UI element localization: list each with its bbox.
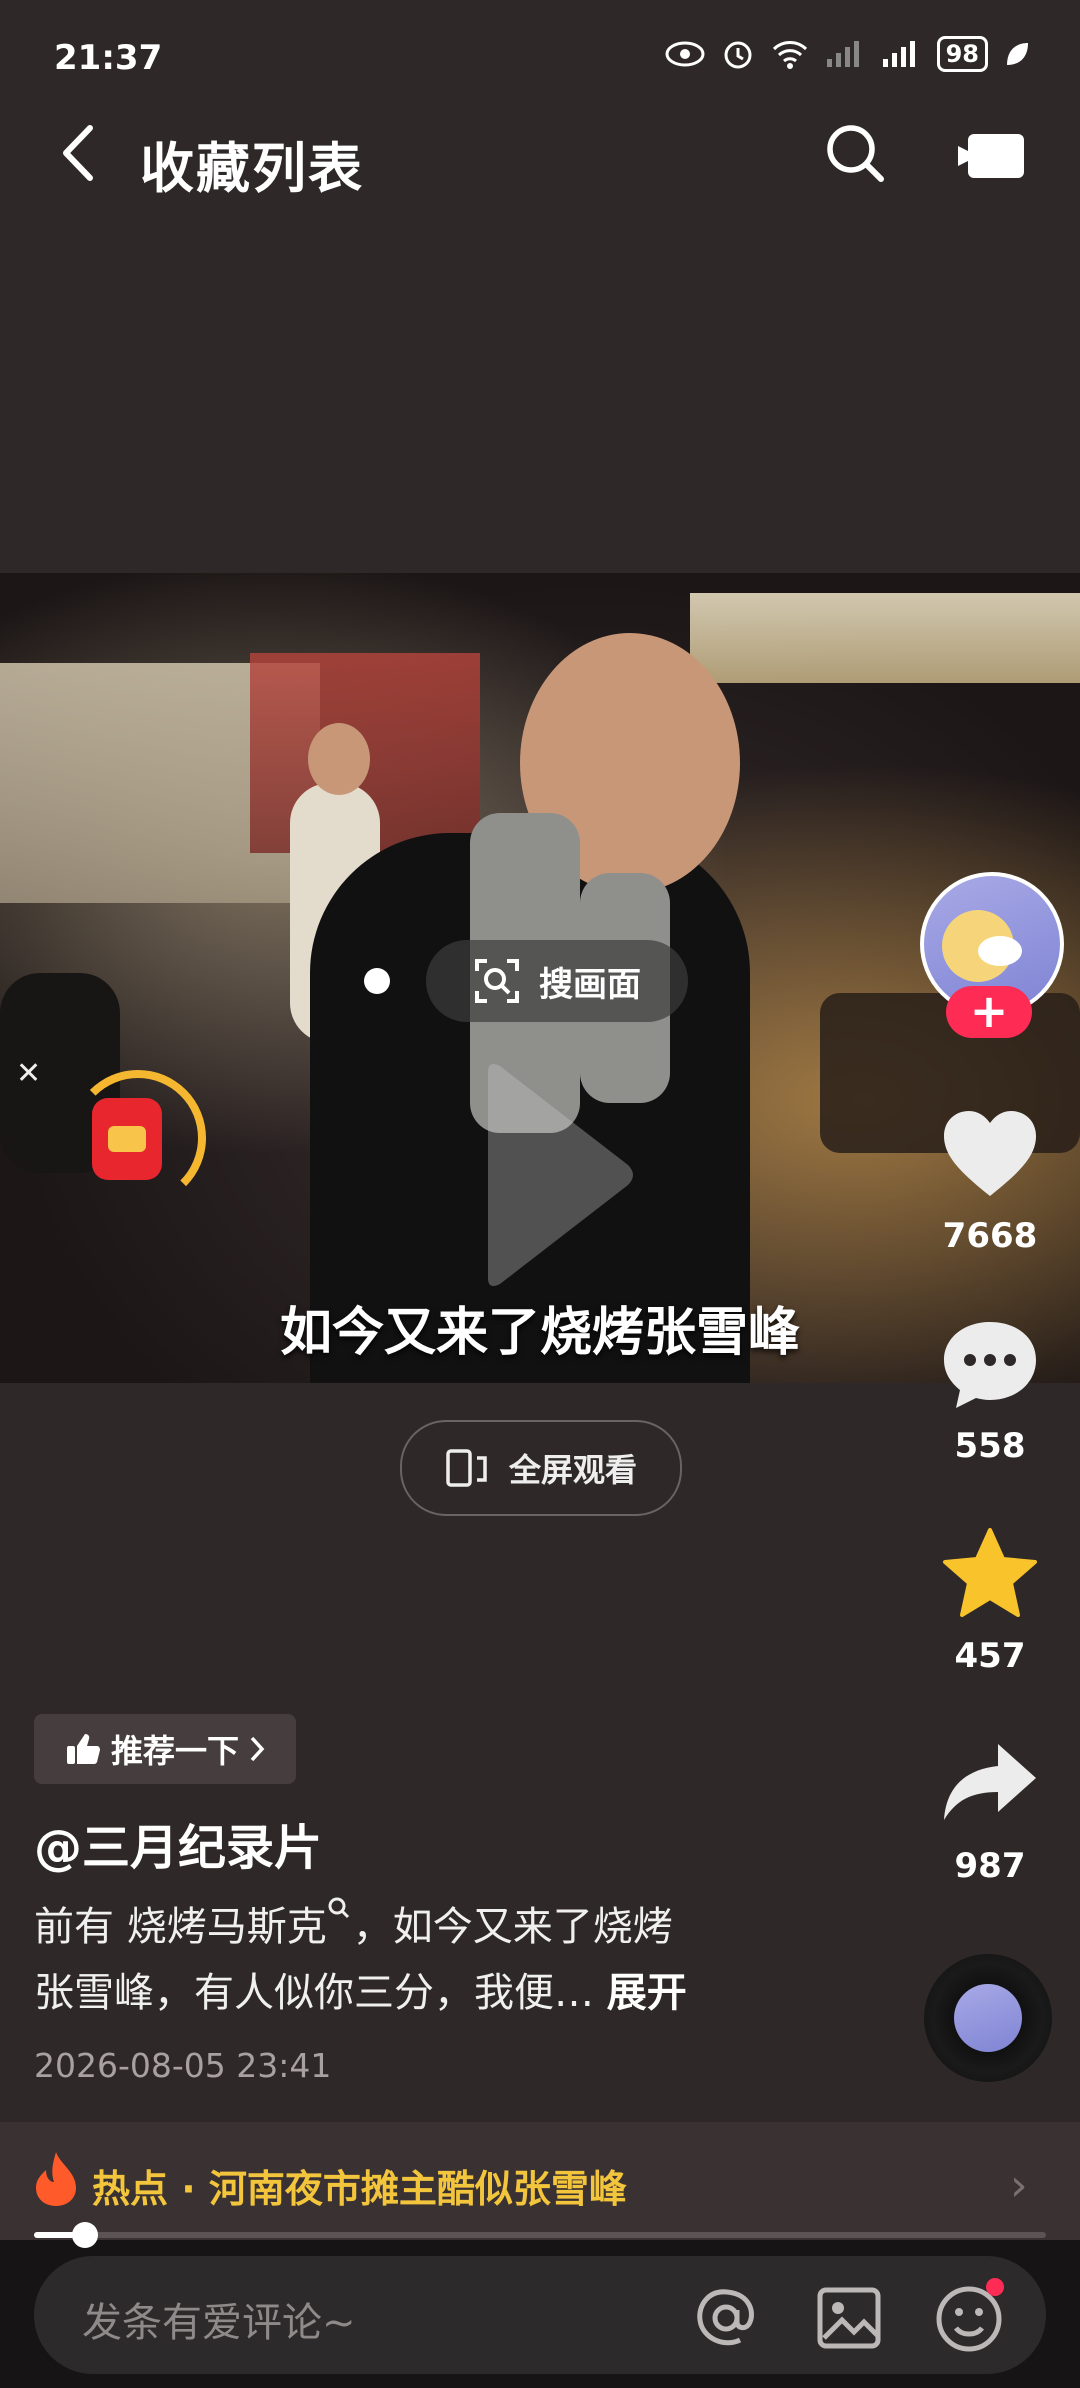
status-icons: 98 bbox=[665, 36, 1030, 72]
follow-button[interactable]: + bbox=[946, 986, 1032, 1038]
desc-text-cont: ，如今又来了烧烤 bbox=[352, 1904, 673, 1950]
author-name[interactable]: @三月纪录片 bbox=[34, 1808, 322, 1878]
desc-text: 前有 烧烤马斯克 bbox=[34, 1904, 327, 1950]
background-woman-head bbox=[308, 723, 370, 795]
comment-icon[interactable] bbox=[940, 1318, 1040, 1412]
red-packet-icon[interactable] bbox=[92, 1098, 162, 1180]
star-icon[interactable] bbox=[940, 1526, 1040, 1622]
video-caption: 如今又来了烧烤张雪峰 bbox=[279, 1303, 800, 1363]
image-icon[interactable] bbox=[816, 2286, 882, 2350]
search-frame-button[interactable]: 搜画面 bbox=[426, 940, 688, 1022]
signal-4g-icon bbox=[882, 41, 915, 67]
desc-line-2: 张雪峰，有人似你三分，我便… bbox=[34, 1970, 594, 2016]
search-icon[interactable] bbox=[824, 122, 886, 184]
notification-dot bbox=[986, 2278, 1004, 2296]
expand-link[interactable]: 展开 bbox=[607, 1970, 687, 2016]
status-time: 21:37 bbox=[54, 38, 163, 78]
rotate-screen-icon bbox=[446, 1449, 487, 1487]
hot-topic-label: 热点 · 河南夜市摊主酷似张雪峰 bbox=[92, 2167, 627, 2211]
share-count: 987 bbox=[954, 1846, 1026, 1886]
search-small-icon[interactable] bbox=[327, 1896, 353, 1926]
page-title: 收藏列表 bbox=[140, 137, 364, 200]
battery-indicator: 98 bbox=[936, 36, 988, 72]
signal-icon bbox=[826, 41, 859, 67]
fullscreen-label: 全屏观看 bbox=[508, 1451, 637, 1489]
video-description: 前有 烧烤马斯克 ，如今又来了烧烤 张雪峰，有人似你三分，我便… 展开 bbox=[34, 1894, 794, 2026]
progress-knob[interactable] bbox=[72, 2222, 98, 2248]
chevron-right-icon: › bbox=[1010, 2160, 1028, 2211]
leaf-icon bbox=[1007, 43, 1028, 65]
progress-track[interactable] bbox=[34, 2232, 1046, 2238]
play-icon[interactable] bbox=[478, 1060, 638, 1290]
wifi-icon bbox=[772, 41, 807, 69]
video-camera-icon[interactable] bbox=[956, 132, 1026, 180]
recommend-label: 推荐一下 bbox=[110, 1732, 239, 1770]
at-mention-icon[interactable] bbox=[694, 2286, 758, 2350]
like-count: 7668 bbox=[942, 1216, 1038, 1256]
chevron-right-icon bbox=[250, 1736, 265, 1762]
favorite-count: 457 bbox=[954, 1636, 1026, 1676]
post-date: 2026-08-05 23:41 bbox=[34, 2046, 332, 2085]
music-disc-icon[interactable] bbox=[924, 1954, 1052, 2082]
close-icon[interactable]: ✕ bbox=[16, 1056, 41, 1091]
comment-placeholder: 发条有爱评论~ bbox=[82, 2300, 356, 2346]
heart-icon[interactable] bbox=[940, 1108, 1040, 1200]
search-dot bbox=[364, 968, 390, 994]
eye-icon bbox=[665, 41, 705, 67]
background-awning bbox=[690, 593, 1080, 683]
back-icon[interactable] bbox=[56, 122, 100, 184]
search-frame-label: 搜画面 bbox=[539, 964, 641, 1005]
recommend-button[interactable]: 推荐一下 bbox=[34, 1714, 296, 1784]
scan-search-icon bbox=[475, 959, 519, 1003]
alarm-icon bbox=[724, 41, 752, 69]
fullscreen-button[interactable]: 全屏观看 bbox=[400, 1420, 682, 1516]
thumbs-up-icon bbox=[66, 1734, 100, 1764]
fire-icon bbox=[36, 2152, 76, 2206]
share-icon[interactable] bbox=[940, 1740, 1040, 1824]
comment-count: 558 bbox=[954, 1426, 1026, 1466]
